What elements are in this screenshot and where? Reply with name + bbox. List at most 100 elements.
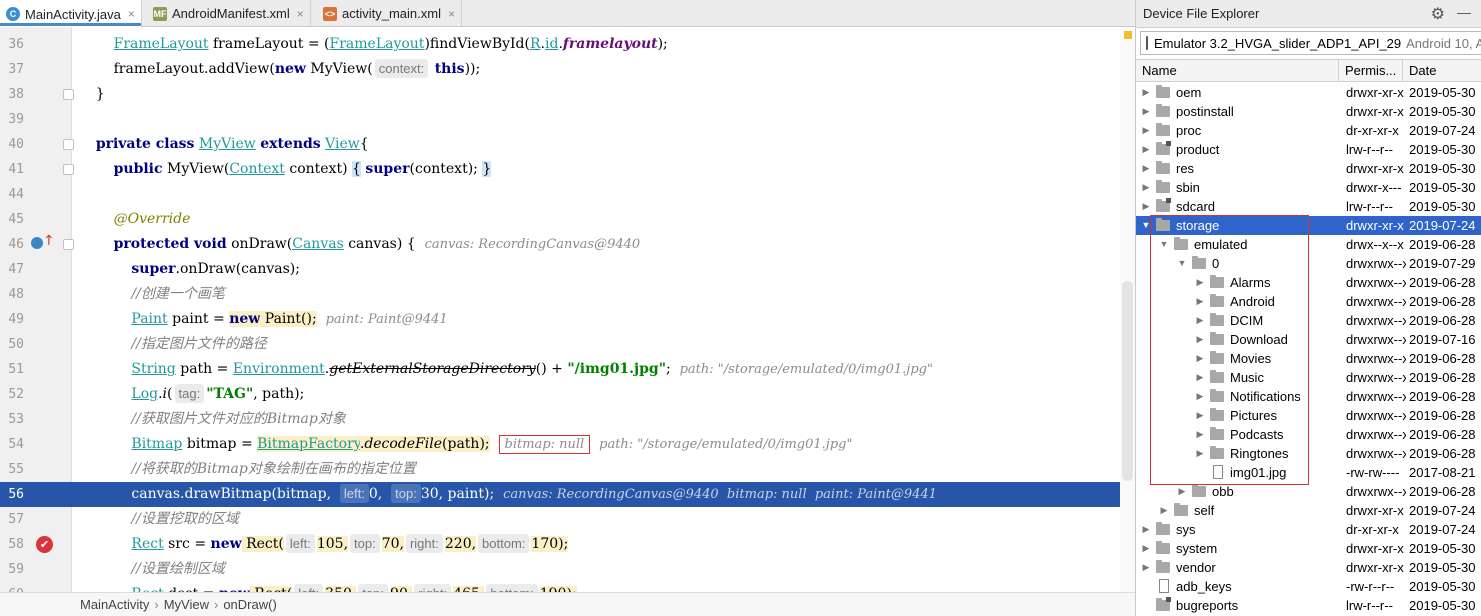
minimize-icon[interactable]: —	[1457, 4, 1471, 20]
chevron-right-icon[interactable]: ▶	[1195, 387, 1205, 406]
chevron-down-icon[interactable]: ▼	[1159, 235, 1169, 254]
tree-row-movies[interactable]: ▶ Movies drwxrwx--x 2019-06-28	[1136, 349, 1481, 368]
fold-marker[interactable]	[63, 239, 74, 250]
code-line[interactable]: super.onDraw(canvas);	[78, 257, 300, 282]
chevron-right-icon[interactable]: ▶	[1141, 197, 1151, 216]
line-number: 37	[8, 62, 24, 77]
chevron-right-icon[interactable]: ▶	[1141, 121, 1151, 140]
tree-row-dcim[interactable]: ▶ DCIM drwxrwx--x 2019-06-28	[1136, 311, 1481, 330]
tree-row-0[interactable]: ▼ 0 drwxrwx--x 2019-07-29	[1136, 254, 1481, 273]
code-line[interactable]: private class MyView extends View{	[78, 132, 369, 157]
chevron-right-icon[interactable]: ▶	[1195, 406, 1205, 425]
tree-row-product[interactable]: ▶ product lrw-r--r-- 2019-05-30	[1136, 140, 1481, 159]
code-line[interactable]: //设置挖取的区域	[78, 507, 238, 532]
chevron-right-icon[interactable]: ▶	[1177, 482, 1187, 501]
scrollbar-thumb[interactable]	[1122, 281, 1133, 481]
chevron-right-icon[interactable]: ▶	[1195, 311, 1205, 330]
column-date[interactable]: Date	[1403, 60, 1481, 82]
tree-row-sdcard[interactable]: ▶ sdcard lrw-r--r-- 2019-05-30	[1136, 197, 1481, 216]
code-line[interactable]: canvas.drawBitmap(bitmap, left: 0, top: 30…	[78, 482, 937, 507]
tree-row-notifications[interactable]: ▶ Notifications drwxrwx--x 2019-06-28	[1136, 387, 1481, 406]
code-line[interactable]: @Override	[78, 207, 191, 232]
close-icon[interactable]: ×	[448, 7, 455, 21]
chevron-right-icon[interactable]: ▶	[1141, 102, 1151, 121]
chevron-right-icon[interactable]: ▶	[1195, 425, 1205, 444]
tab-mainactivity-java[interactable]: C MainActivity.java ×	[0, 0, 142, 28]
code-line[interactable]: frameLayout.addView(new MyView(context: …	[78, 57, 480, 82]
column-permissions[interactable]: Permis...	[1339, 60, 1403, 82]
chevron-right-icon[interactable]: ▶	[1159, 501, 1169, 520]
tree-row-obb[interactable]: ▶ obb drwxrwx--x 2019-06-28	[1136, 482, 1481, 501]
gear-icon[interactable]: ⚙	[1431, 4, 1445, 24]
code-line[interactable]: //将获取的Bitmap对象绘制在画布的指定位置	[78, 457, 415, 482]
tree-row-emulated[interactable]: ▼ emulated drwx--x--x 2019-06-28	[1136, 235, 1481, 254]
code-line[interactable]: //设置绘制区域	[78, 557, 224, 582]
tree-row-ringtones[interactable]: ▶ Ringtones drwxrwx--x 2019-06-28	[1136, 444, 1481, 463]
chevron-right-icon[interactable]: ▶	[1141, 83, 1151, 102]
tree-row-android[interactable]: ▶ Android drwxrwx--x 2019-06-28	[1136, 292, 1481, 311]
code-line[interactable]: Bitmap bitmap = BitmapFactory.decodeFile…	[78, 432, 852, 457]
code-editor[interactable]: C MainActivity.java × MF AndroidManifest.xml…	[0, 0, 1135, 616]
tab-activity-main-xml[interactable]: <> activity_main.xml ×	[317, 0, 462, 27]
tree-row-img01-jpg[interactable]: img01.jpg -rw-rw---- 2017-08-21	[1136, 463, 1481, 482]
code-line[interactable]: //创建一个画笔	[78, 282, 224, 307]
code-line[interactable]: //指定图片文件的路径	[78, 332, 266, 357]
chevron-right-icon[interactable]: ▶	[1141, 140, 1151, 159]
tree-row-oem[interactable]: ▶ oem drwxr-xr-x 2019-05-30	[1136, 83, 1481, 102]
chevron-right-icon[interactable]: ▶	[1195, 273, 1205, 292]
breadcrumb-item[interactable]: MyView	[164, 597, 209, 612]
chevron-right-icon[interactable]: ▶	[1195, 368, 1205, 387]
code-line[interactable]: Paint paint = new Paint(); paint: Paint@…	[78, 307, 448, 332]
code-line[interactable]: public MyView(Context context) { super(c…	[78, 157, 492, 182]
code-line[interactable]: FrameLayout frameLayout = (FrameLayout)f…	[78, 32, 668, 57]
code-line[interactable]: Rect src = new Rect(left: 105, top: 70, righ…	[78, 532, 569, 557]
tree-row-postinstall[interactable]: ▶ postinstall drwxr-xr-x 2019-05-30	[1136, 102, 1481, 121]
chevron-right-icon[interactable]: ▶	[1195, 292, 1205, 311]
breadcrumb-item[interactable]: MainActivity	[80, 597, 149, 612]
chevron-right-icon[interactable]: ▶	[1195, 444, 1205, 463]
close-icon[interactable]: ×	[297, 7, 304, 21]
tree-row-sys[interactable]: ▶ sys dr-xr-xr-x 2019-07-24	[1136, 520, 1481, 539]
tree-row-self[interactable]: ▶ self drwxr-xr-x 2019-07-24	[1136, 501, 1481, 520]
editor-scrollbar[interactable]	[1120, 27, 1135, 592]
fold-marker[interactable]	[63, 139, 74, 150]
chevron-down-icon[interactable]: ▼	[1177, 254, 1187, 273]
chevron-right-icon[interactable]: ▶	[1195, 330, 1205, 349]
code-token: () +	[535, 361, 568, 377]
tree-row-alarms[interactable]: ▶ Alarms drwxrwx--x 2019-06-28	[1136, 273, 1481, 292]
code-line[interactable]: //获取图片文件对应的Bitmap对象	[78, 407, 345, 432]
chevron-right-icon[interactable]: ▶	[1141, 539, 1151, 558]
tree-row-system[interactable]: ▶ system drwxr-xr-x 2019-05-30	[1136, 539, 1481, 558]
override-method-icon[interactable]	[31, 237, 43, 249]
tree-row-res[interactable]: ▶ res drwxr-xr-x 2019-05-30	[1136, 159, 1481, 178]
tree-row-proc[interactable]: ▶ proc dr-xr-xr-x 2019-07-24	[1136, 121, 1481, 140]
tree-row-podcasts[interactable]: ▶ Podcasts drwxrwx--x 2019-06-28	[1136, 425, 1481, 444]
tree-row-pictures[interactable]: ▶ Pictures drwxrwx--x 2019-06-28	[1136, 406, 1481, 425]
code-line[interactable]: }	[78, 82, 105, 107]
tree-row-download[interactable]: ▶ Download drwxrwx--x 2019-07-16	[1136, 330, 1481, 349]
chevron-down-icon[interactable]: ▼	[1141, 216, 1151, 235]
close-icon[interactable]: ×	[128, 7, 135, 21]
chevron-right-icon[interactable]: ▶	[1141, 520, 1151, 539]
warning-marker[interactable]	[1124, 31, 1132, 39]
chevron-right-icon[interactable]: ▶	[1141, 178, 1151, 197]
device-selector[interactable]: Emulator 3.2_HVGA_slider_ADP1_API_29 And…	[1140, 31, 1481, 55]
tree-row-sbin[interactable]: ▶ sbin drwxr-x--- 2019-05-30	[1136, 178, 1481, 197]
chevron-right-icon[interactable]: ▶	[1141, 159, 1151, 178]
tree-row-bugreports[interactable]: bugreports lrw-r--r-- 2019-05-30	[1136, 596, 1481, 615]
tree-row-music[interactable]: ▶ Music drwxrwx--x 2019-06-28	[1136, 368, 1481, 387]
breadcrumb-item[interactable]: onDraw()	[223, 597, 276, 612]
code-line[interactable]: protected void onDraw(Canvas canvas) { c…	[78, 232, 641, 257]
breakpoint-icon[interactable]: ✔	[36, 536, 53, 553]
code-line[interactable]: Log.i(tag: "TAG", path);	[78, 382, 304, 407]
tree-row-vendor[interactable]: ▶ vendor drwxr-xr-x 2019-05-30	[1136, 558, 1481, 577]
chevron-right-icon[interactable]: ▶	[1195, 349, 1205, 368]
column-name[interactable]: Name	[1136, 60, 1339, 82]
code-line[interactable]: String path = Environment.getExternalSto…	[78, 357, 933, 382]
tab-androidmanifest-xml[interactable]: MF AndroidManifest.xml ×	[147, 0, 311, 27]
fold-marker[interactable]	[63, 89, 74, 100]
tree-row-storage[interactable]: ▼ storage drwxr-xr-x 2019-07-24	[1136, 216, 1481, 235]
fold-marker[interactable]	[63, 164, 74, 175]
chevron-right-icon[interactable]: ▶	[1141, 558, 1151, 577]
tree-row-adb-keys[interactable]: adb_keys -rw-r--r-- 2019-05-30	[1136, 577, 1481, 596]
